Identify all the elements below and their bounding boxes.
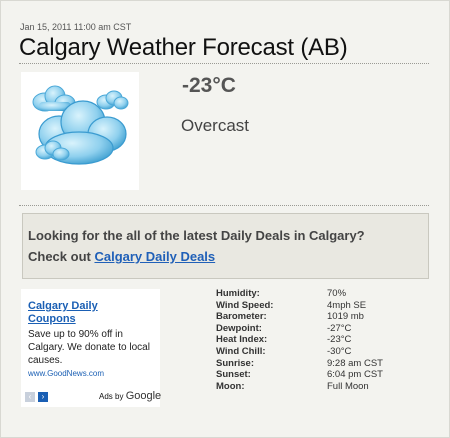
stat-label: Barometer: [216, 311, 267, 323]
page-title: Calgary Weather Forecast (AB) [19, 34, 348, 61]
stat-label: Wind Chill: [216, 345, 266, 357]
timestamp: Jan 15, 2011 11:00 am CST [20, 22, 132, 32]
stat-label: Heat Index: [216, 334, 268, 346]
stat-label: Sunrise: [216, 357, 255, 369]
stat-value: 1019 mb [327, 311, 364, 323]
stat-value: -27°C [327, 322, 352, 334]
stat-label: Moon: [216, 380, 245, 392]
stat-value: Full Moon [327, 380, 369, 392]
stat-label: Wind Speed: [216, 299, 274, 311]
stat-label: Humidity: [216, 288, 260, 299]
current-temperature: -23°C [182, 74, 236, 97]
google-logo: Google [125, 390, 162, 402]
deals-cta: Check out Calgary Daily Deals [28, 249, 215, 264]
stat-value: 4mph SE [327, 299, 367, 311]
stat-value: 70% [327, 288, 347, 299]
ad-next-button[interactable]: › [38, 392, 48, 402]
cloud-icon [32, 85, 129, 165]
ad-navigation: ‹ › [25, 392, 48, 402]
ad-prev-button[interactable]: ‹ [25, 392, 35, 402]
ad-title-link[interactable]: Calgary Daily Coupons [28, 300, 148, 326]
stat-value: 6:04 pm CST [327, 369, 383, 381]
daily-deals-link[interactable]: Calgary Daily Deals [94, 249, 215, 264]
ad-url-link[interactable]: www.GoodNews.com [28, 369, 104, 378]
ads-by-label: Ads by [99, 392, 124, 401]
stat-label: Dewpoint: [216, 322, 262, 334]
weather-widget: Jan 15, 2011 11:00 am CST Calgary Weathe… [0, 0, 450, 438]
weather-icon-panel [21, 72, 139, 190]
stat-value: -23°C [327, 334, 352, 346]
stat-value: 9:28 am CST [327, 357, 383, 369]
divider [19, 205, 429, 206]
divider [19, 63, 429, 64]
ads-by-google[interactable]: Ads by Google [99, 390, 161, 402]
deals-cta-prefix: Check out [28, 249, 91, 264]
daily-deals-banner: Looking for the all of the latest Daily … [22, 213, 429, 279]
deals-headline: Looking for the all of the latest Daily … [28, 228, 365, 243]
stat-value: -30°C [327, 345, 352, 357]
stat-label: Sunset: [216, 369, 251, 381]
ad-body-text: Save up to 90% off in Calgary. We donate… [28, 329, 150, 366]
current-condition: Overcast [181, 116, 250, 135]
ad-unit: Calgary Daily Coupons Save up to 90% off… [21, 289, 161, 407]
